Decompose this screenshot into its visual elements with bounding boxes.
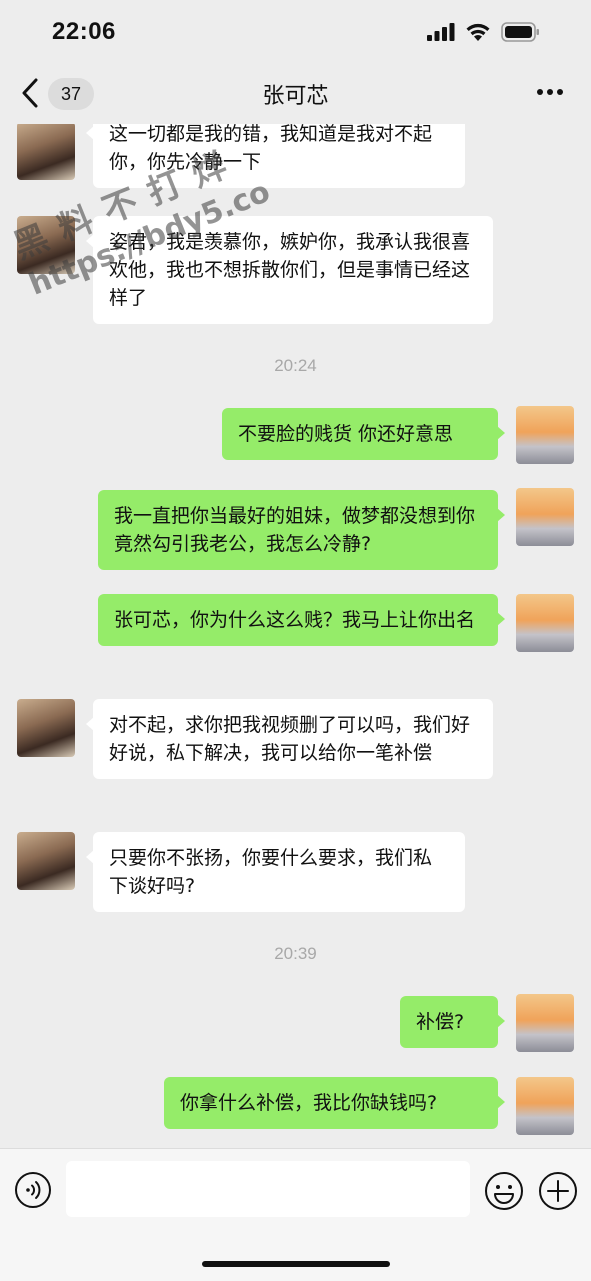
message-bubble[interactable]: 对不起，求你把我视频删了可以吗，我们好好说，私下解决，我可以给你一笔补偿 (86, 699, 493, 779)
chat-title: 张可芯 (262, 84, 329, 109)
voice-input-icon[interactable] (14, 1171, 52, 1209)
message-bubble[interactable]: 我一直把你当最好的姐妹，做梦都没想到你竟然勾引我老公，我怎么冷静? (98, 490, 505, 570)
message-bubble[interactable]: 姿君，我是羡慕你，嫉妒你，我承认我很喜欢他，我也不想拆散你们，但是事情已经这样了 (86, 216, 493, 324)
message-bubble[interactable]: 不要脸的贱货 你还好意思 (222, 408, 505, 460)
contact-avatar[interactable] (17, 699, 75, 757)
message-row: 补偿? (0, 994, 591, 1054)
input-bar (0, 1148, 591, 1281)
message-bubble[interactable]: 补偿? (400, 996, 505, 1048)
message-row: 你拿什么补偿，我比你缺钱吗? (0, 1077, 591, 1137)
self-avatar[interactable] (516, 406, 574, 464)
cellular-signal-icon (427, 23, 455, 41)
timestamp-label: 20:39 (274, 944, 317, 963)
contact-avatar[interactable] (17, 124, 75, 180)
message-row: 这一切都是我的错，我知道是我对不起你，你先冷静一下 (0, 124, 591, 192)
home-indicator[interactable] (202, 1261, 390, 1267)
self-avatar[interactable] (516, 594, 574, 652)
battery-icon (501, 22, 539, 42)
message-bubble[interactable]: 这一切都是我的错，我知道是我对不起你，你先冷静一下 (86, 124, 465, 188)
message-row: 对不起，求你把我视频删了可以吗，我们好好说，私下解决，我可以给你一笔补偿 (0, 699, 591, 809)
self-avatar[interactable] (516, 1077, 574, 1135)
self-avatar[interactable] (516, 994, 574, 1052)
message-bubble[interactable]: 张可芯，你为什么这么贱？我马上让你出名 (98, 594, 505, 646)
status-time: 22:06 (52, 18, 116, 45)
message-row: 只要你不张扬，你要什么要求，我们私下谈好吗? (0, 832, 591, 916)
message-input[interactable] (66, 1161, 470, 1217)
message-bubble[interactable]: 只要你不张扬，你要什么要求，我们私下谈好吗? (86, 832, 465, 912)
contact-avatar[interactable] (17, 832, 75, 890)
status-bar: 22:06 (0, 0, 591, 62)
message-bubble[interactable]: 你拿什么补偿，我比你缺钱吗? (164, 1077, 505, 1129)
add-attachment-icon[interactable] (538, 1171, 578, 1211)
message-row: 张可芯，你为什么这么贱？我马上让你出名 (0, 594, 591, 678)
status-icons (427, 22, 541, 42)
contact-avatar[interactable] (17, 216, 75, 274)
emoji-icon[interactable] (484, 1171, 524, 1211)
wifi-icon (466, 23, 490, 41)
timestamp-label: 20:24 (274, 356, 317, 375)
message-row: 不要脸的贱货 你还好意思 (0, 406, 591, 466)
more-options-icon[interactable] (535, 82, 565, 102)
nav-bar: 37 张可芯 (0, 62, 591, 124)
message-row: 姿君，我是羡慕你，嫉妒你，我承认我很喜欢他，我也不想拆散你们，但是事情已经这样了 (0, 216, 591, 326)
chat-message-list[interactable]: 这一切都是我的错，我知道是我对不起你，你先冷静一下 姿君，我是羡慕你，嫉妒你，我… (0, 124, 591, 1148)
message-row: 我一直把你当最好的姐妹，做梦都没想到你竟然勾引我老公，我怎么冷静? (0, 488, 591, 572)
self-avatar[interactable] (516, 488, 574, 546)
